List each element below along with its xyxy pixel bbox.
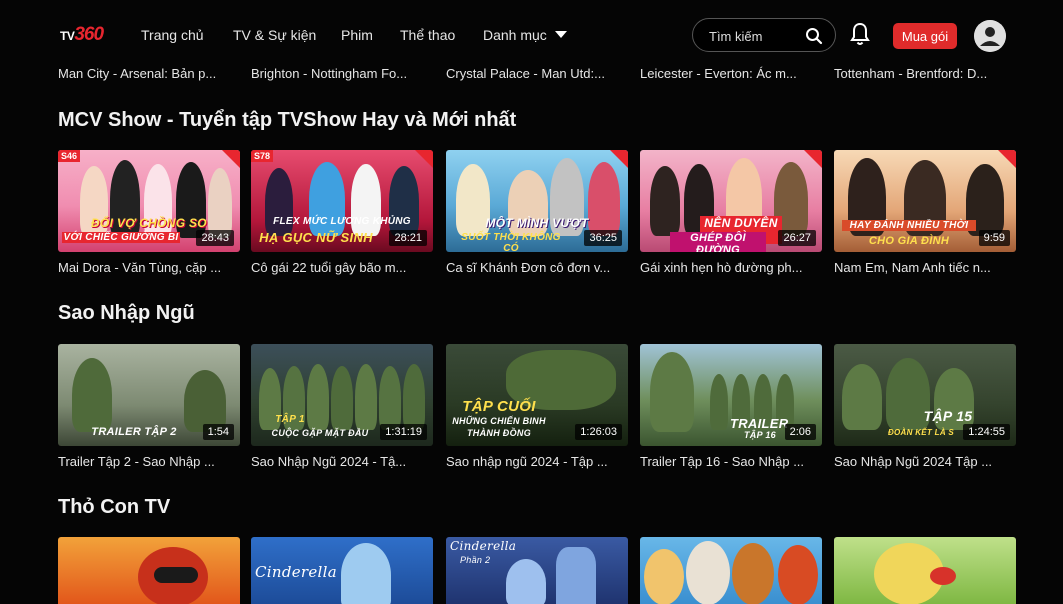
thumbnail-overlay-subtitle: ĐOÀN KẾT LÀ S	[887, 428, 955, 437]
search-box[interactable]	[692, 18, 836, 52]
nav-item-movies[interactable]: Phim	[341, 27, 373, 43]
video-caption[interactable]: Nam Em, Nam Anh tiếc n...	[834, 260, 1019, 275]
corner-ribbon	[222, 150, 240, 168]
video-thumbnail[interactable]: S46 ĐỔI VỢ CHỒNG SO VỚI CHIẾC GIƯỜNG BI …	[58, 150, 240, 252]
episode-badge: S78	[251, 150, 274, 162]
duration-label: 36:25	[584, 230, 622, 246]
thumbnail-overlay-title: TRAILER TẬP 2	[91, 426, 177, 438]
thumbnail-overlay-title: HAY ĐÁNH NHIỀU THỜI	[842, 220, 976, 231]
video-thumbnail[interactable]: TẬP 15 ĐOÀN KẾT LÀ S 1:24:55	[834, 344, 1016, 446]
thumbnail-overlay-subtitle: TẬP 16	[744, 430, 776, 440]
logo-num-text: 360	[74, 24, 104, 45]
corner-ribbon	[804, 150, 822, 168]
episode-badge: S46	[58, 150, 81, 162]
top-row-caption[interactable]: Brighton - Nottingham Fo...	[251, 66, 436, 81]
video-thumbnail[interactable]: TẬP 1 CUỘC GẶP MẶT ĐẦU 1:31:19	[251, 344, 433, 446]
thumbnail-overlay-title: TẬP CUỐI	[462, 398, 536, 415]
video-caption[interactable]: Sao Nhập Ngũ 2024 Tập ...	[834, 454, 1019, 469]
section-title-sao-nhap-ngu: Sao Nhập Ngũ	[58, 302, 195, 324]
top-row-caption[interactable]: Leicester - Everton: Ác m...	[640, 66, 825, 81]
duration-label: 1:24:55	[963, 424, 1010, 440]
thumbnail-overlay-subtitle: Phần 2	[460, 555, 491, 565]
logo-tv-text: TV	[60, 29, 75, 43]
video-thumbnail[interactable]: NÊN DUYÊN TỪ GHÉP ĐÔI ĐƯỜNG 26:27	[640, 150, 822, 252]
duration-label: 1:31:19	[380, 424, 427, 440]
bell-icon[interactable]	[850, 22, 870, 51]
video-thumbnail[interactable]: S78 FLEX MỨC LƯƠNG KHỦNG HẠ GỤC NỮ SINH …	[251, 150, 433, 252]
thumbnail-overlay-subtitle: CHO GIA ĐÌNH	[868, 235, 950, 247]
search-input[interactable]	[707, 26, 801, 46]
video-caption[interactable]: Trailer Tập 16 - Sao Nhập ...	[640, 454, 825, 469]
video-caption[interactable]: Cô gái 22 tuổi gây bão m...	[251, 260, 436, 275]
thumbnail-overlay-subtitle: VỚI CHIẾC GIƯỜNG BI	[62, 232, 180, 243]
video-caption[interactable]: Sao nhập ngũ 2024 - Tập ...	[446, 454, 631, 469]
video-thumbnail[interactable]	[58, 537, 240, 604]
video-caption[interactable]: Mai Dora - Văn Tùng, cặp ...	[58, 260, 243, 275]
thumbnail-overlay-subtitle: NHỮNG CHIẾN BINH	[452, 416, 546, 426]
thumbnail-overlay-subtitle-2: THÀNH ĐỒNG	[467, 428, 531, 438]
video-caption[interactable]: Trailer Tập 2 - Sao Nhập ...	[58, 454, 243, 469]
video-thumbnail[interactable]: TRAILER TẬP 2 1:54	[58, 344, 240, 446]
duration-label: 1:54	[202, 424, 234, 440]
video-thumbnail[interactable]: Cinderella	[251, 537, 433, 604]
thumbnail-overlay-subtitle: GHÉP ĐÔI ĐƯỜNG	[670, 232, 766, 252]
section-title-mcv-show: MCV Show - Tuyển tập TVShow Hay và Mới n…	[58, 109, 517, 131]
categories-label: Danh mục	[483, 27, 547, 43]
thumbnail-overlay-title: TẬP 1	[275, 414, 305, 425]
video-thumbnail[interactable]: TRAILER TẬP 16 2:06	[640, 344, 822, 446]
user-avatar-icon[interactable]	[974, 20, 1006, 52]
video-thumbnail[interactable]: Cinderella Phần 2	[446, 537, 628, 604]
duration-label: 28:21	[389, 230, 427, 246]
duration-label: 28:43	[196, 230, 234, 246]
corner-ribbon	[610, 150, 628, 168]
corner-ribbon	[998, 150, 1016, 168]
video-thumbnail[interactable]: HAY ĐÁNH NHIỀU THỜI CHO GIA ĐÌNH 9:59	[834, 150, 1016, 252]
nav-item-tv-events[interactable]: TV & Sự kiện	[233, 27, 316, 43]
thumbnail-overlay-subtitle: SUỐT THỜI KHÔNG CÓ	[461, 232, 561, 252]
thumbnail-overlay-title: Cinderella	[255, 563, 337, 581]
tv360-logo[interactable]: TV 360	[60, 24, 104, 46]
thumbnail-overlay-title: FLEX MỨC LƯƠNG KHỦNG	[273, 216, 411, 227]
top-navigation: TV 360 Trang chủ TV & Sự kiện Phim Thể t…	[0, 0, 1063, 64]
chevron-down-icon	[554, 31, 567, 38]
video-caption[interactable]: Gái xinh hẹn hò đường ph...	[640, 260, 825, 275]
duration-label: 26:27	[778, 230, 816, 246]
thumbnail-overlay-title: TRAILER	[730, 416, 789, 431]
thumbnail-overlay-title: ĐỔI VỢ CHỒNG SO	[91, 216, 207, 230]
video-caption[interactable]: Sao Nhập Ngũ 2024 - Tậ...	[251, 454, 436, 469]
duration-label: 1:26:03	[575, 424, 622, 440]
video-thumbnail[interactable]: MỘT MÌNH VƯỢT SUỐT THỜI KHÔNG CÓ 36:25	[446, 150, 628, 252]
buy-package-button[interactable]: Mua gói	[893, 23, 957, 49]
video-thumbnail[interactable]: TẬP CUỐI NHỮNG CHIẾN BINH THÀNH ĐỒNG 1:2…	[446, 344, 628, 446]
top-row-caption[interactable]: Tottenham - Brentford: D...	[834, 66, 1019, 81]
top-row-caption[interactable]: Crystal Palace - Man Utd:...	[446, 66, 631, 81]
thumbnail-overlay-title: MỘT MÌNH VƯỢT	[485, 216, 589, 230]
nav-item-home[interactable]: Trang chủ	[141, 27, 204, 43]
thumbnail-overlay-subtitle: HẠ GỤC NỮ SINH	[259, 230, 373, 245]
nav-item-categories[interactable]: Danh mục	[483, 27, 567, 43]
duration-label: 9:59	[978, 230, 1010, 246]
section-title-tho-con-tv: Thỏ Con TV	[58, 496, 171, 518]
nav-item-sports[interactable]: Thể thao	[400, 27, 455, 43]
video-thumbnail[interactable]	[640, 537, 822, 604]
corner-ribbon	[415, 150, 433, 168]
search-icon[interactable]	[805, 27, 823, 50]
thumbnail-overlay-title: TẬP 15	[923, 408, 973, 424]
thumbnail-overlay-subtitle: CUỘC GẶP MẶT ĐẦU	[271, 428, 369, 438]
duration-label: 2:06	[784, 424, 816, 440]
thumbnail-overlay-title: Cinderella	[450, 539, 517, 553]
video-caption[interactable]: Ca sĩ Khánh Đơn cô đơn v...	[446, 260, 631, 275]
video-thumbnail[interactable]	[834, 537, 1016, 604]
top-row-caption[interactable]: Man City - Arsenal: Bản p...	[58, 66, 243, 81]
